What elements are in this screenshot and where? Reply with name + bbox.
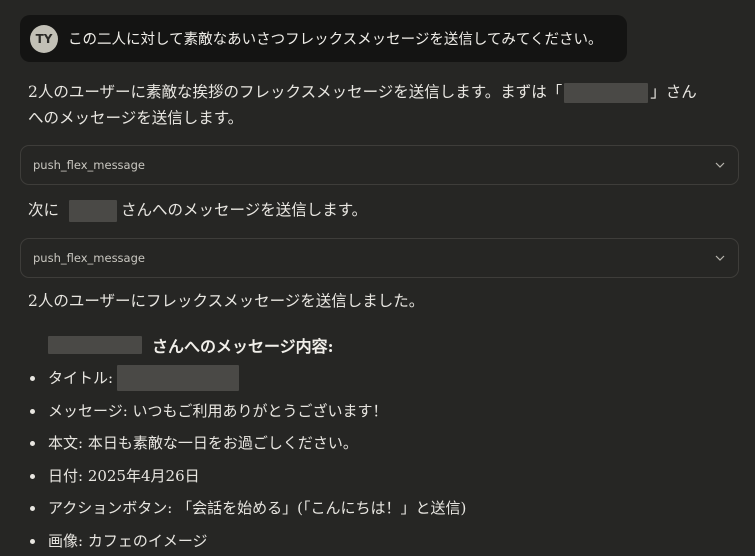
- detail-label: アクションボタン:: [48, 499, 173, 517]
- detail-label: タイトル:: [48, 369, 114, 387]
- list-item: メッセージ: いつもご利用ありがとうございます！: [28, 395, 466, 428]
- details-heading: さんへのメッセージ内容:: [48, 333, 334, 357]
- detail-label: メッセージ:: [48, 401, 128, 420]
- detail-label: 画像:: [48, 531, 84, 550]
- bullet: [30, 441, 35, 446]
- message-details-list: タイトル: メッセージ: いつもご利用ありがとうございます！ 本文: 本日も素敵…: [28, 362, 466, 556]
- done-text: 2人のユーザーにフレックスメッセージを送信しました。: [28, 292, 425, 310]
- redacted-username: [48, 336, 142, 354]
- detail-value: 本日も素敵な一日をお過ごしください。: [87, 434, 358, 452]
- tool-call-push-flex-message-1[interactable]: push_flex_message: [20, 145, 739, 185]
- next-prefix: 次に: [28, 201, 60, 219]
- avatar[interactable]: TY: [30, 24, 58, 53]
- user-message-text: この二人に対して素敵なあいさつフレックスメッセージを送信してみてください。: [68, 32, 603, 48]
- redacted-title: [117, 365, 240, 392]
- detail-value: 2025年4月26日: [87, 466, 200, 485]
- chevron-down-icon[interactable]: [714, 252, 726, 264]
- intro-text-before: 2人のユーザーに素敵な挨拶のフレックスメッセージを送信します。まずは「: [28, 83, 563, 101]
- list-item: アクションボタン: 「会話を始める」(「こんにちは！」と送信): [28, 492, 466, 525]
- redacted-username: [564, 83, 649, 103]
- bullet: [30, 408, 35, 414]
- assistant-intro: 2人のユーザーに素敵な挨拶のフレックスメッセージを送信します。まずは「 」さん へ…: [28, 79, 697, 131]
- detail-label: 本文:: [48, 434, 84, 452]
- bullet: [30, 376, 35, 381]
- redacted-username: [69, 200, 118, 222]
- next-message-line: 次に さんへのメッセージを送信します。: [28, 197, 367, 223]
- chevron-down-icon[interactable]: [714, 159, 726, 171]
- intro-text-after: 」さん: [650, 83, 697, 101]
- tool-call-push-flex-message-2[interactable]: push_flex_message: [20, 238, 739, 278]
- tool-name: push_flex_message: [33, 251, 145, 265]
- user-message: TY この二人に対して素敵なあいさつフレックスメッセージを送信してみてください。: [20, 15, 627, 62]
- next-suffix: さんへのメッセージを送信します。: [121, 201, 368, 219]
- detail-value: いつもご利用ありがとうございます！: [132, 401, 388, 420]
- detail-value: カフェのイメージ: [87, 531, 208, 550]
- list-item: タイトル:: [28, 362, 466, 395]
- list-item: 本文: 本日も素敵な一日をお過ごしください。: [28, 427, 466, 460]
- bullet: [30, 506, 35, 511]
- chat-page: TY この二人に対して素敵なあいさつフレックスメッセージを送信してみてください。…: [0, 0, 755, 556]
- bullet: [30, 538, 35, 544]
- intro-line-1: 2人のユーザーに素敵な挨拶のフレックスメッセージを送信します。まずは「 」さん: [28, 79, 697, 105]
- list-item: 画像: カフェのイメージ: [28, 525, 466, 556]
- details-heading-text: さんへのメッセージ内容:: [152, 337, 334, 356]
- bullet: [30, 473, 35, 479]
- detail-label: 日付:: [48, 466, 84, 485]
- detail-value: 「会話を始める」(「こんにちは！」と送信): [177, 499, 467, 517]
- tool-name: push_flex_message: [33, 158, 145, 172]
- intro-line-2: へのメッセージを送信します。: [28, 109, 244, 127]
- list-item: 日付: 2025年4月26日: [28, 460, 466, 493]
